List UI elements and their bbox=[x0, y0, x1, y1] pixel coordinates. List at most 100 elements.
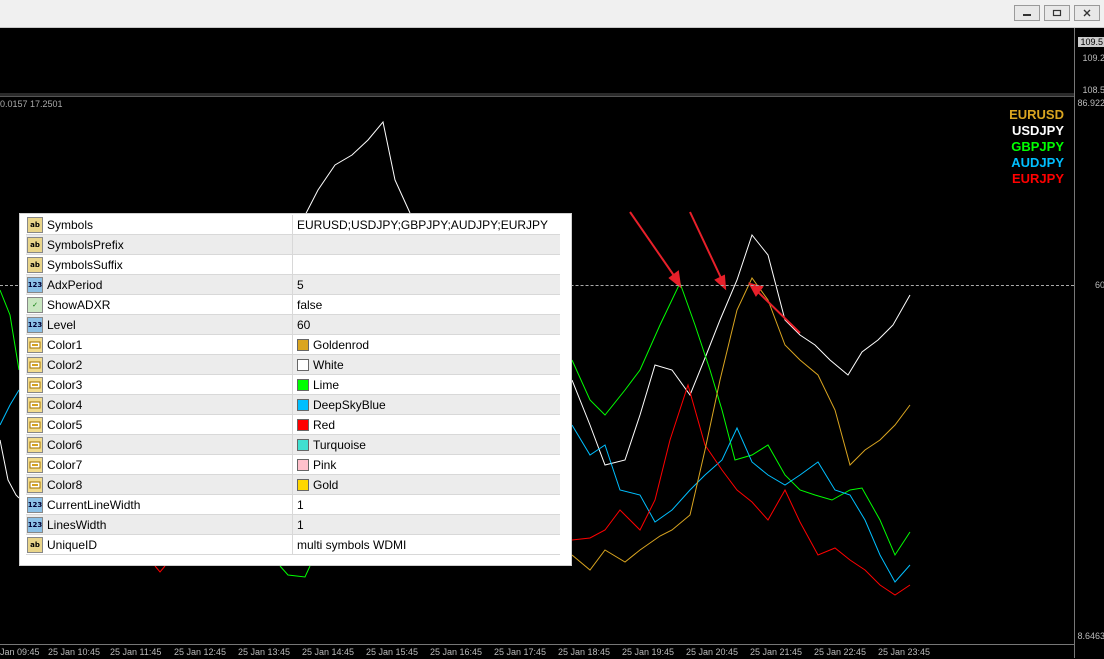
property-value-field[interactable]: EURUSD;USDJPY;GBPJPY;AUDJPY;EURJPY bbox=[293, 215, 560, 234]
time-tick-label: 25 Jan 15:45 bbox=[366, 647, 419, 657]
property-name-cell: ab SymbolsSuffix bbox=[26, 255, 293, 274]
property-value: DeepSkyBlue bbox=[313, 397, 386, 412]
time-axis[interactable]: Jan 09:45 25 Jan 10:45 25 Jan 11:45 25 J… bbox=[0, 644, 1074, 659]
property-value: 1 bbox=[297, 517, 304, 532]
property-name: Level bbox=[47, 317, 76, 332]
property-row-color5[interactable]: Color5 Red bbox=[26, 415, 560, 435]
property-row-symbolssuffix[interactable]: ab SymbolsSuffix bbox=[26, 255, 560, 275]
legend-item-usdjpy: USDJPY bbox=[1011, 123, 1064, 138]
property-row-adxperiod[interactable]: 123 AdxPeriod 5 bbox=[26, 275, 560, 295]
string-type-icon: ab bbox=[27, 256, 43, 273]
property-value: false bbox=[297, 297, 323, 312]
series-line-usdjpy bbox=[299, 120, 411, 226]
close-button[interactable] bbox=[1074, 5, 1100, 21]
property-name-cell: Color1 bbox=[26, 335, 293, 354]
string-type-icon: ab bbox=[27, 536, 43, 553]
property-value-field[interactable]: false bbox=[293, 295, 560, 314]
property-value-field[interactable]: 1 bbox=[293, 515, 560, 534]
property-value: White bbox=[313, 357, 344, 372]
indicator-min-label: 8.6463 bbox=[1077, 631, 1104, 641]
property-name: CurrentLineWidth bbox=[47, 497, 141, 512]
property-row-color4[interactable]: Color4 DeepSkyBlue bbox=[26, 395, 560, 415]
time-tick-label: 25 Jan 17:45 bbox=[494, 647, 547, 657]
property-name: Color1 bbox=[47, 337, 83, 352]
property-value: Pink bbox=[313, 457, 337, 472]
property-row-symbolsprefix[interactable]: ab SymbolsPrefix bbox=[26, 235, 560, 255]
property-value-field[interactable]: 5 bbox=[293, 275, 560, 294]
string-type-icon: ab bbox=[27, 216, 43, 233]
indicator-max-label: 86.922 bbox=[1077, 98, 1104, 108]
property-name: Color8 bbox=[47, 477, 83, 492]
property-name-cell: ✓ ShowADXR bbox=[26, 295, 293, 314]
property-value-field[interactable]: Goldenrod bbox=[293, 335, 560, 354]
property-value-field[interactable] bbox=[293, 255, 560, 274]
time-tick-label: 25 Jan 18:45 bbox=[558, 647, 611, 657]
property-name-cell: Color2 bbox=[26, 355, 293, 374]
property-row-currentlinewidth[interactable]: 123 CurrentLineWidth 1 bbox=[26, 495, 560, 515]
property-value: Gold bbox=[313, 477, 339, 492]
legend-item-audjpy: AUDJPY bbox=[1011, 155, 1064, 170]
color-type-icon bbox=[27, 456, 43, 473]
property-name-cell: 123 AdxPeriod bbox=[26, 275, 293, 294]
property-name: UniqueID bbox=[47, 537, 98, 552]
property-value-field[interactable]: Turquoise bbox=[293, 435, 560, 454]
property-value-field[interactable] bbox=[293, 235, 560, 254]
time-tick-label: 25 Jan 13:45 bbox=[238, 647, 291, 657]
property-value-field[interactable]: multi symbols WDMI bbox=[293, 535, 560, 554]
property-value-field[interactable]: Lime bbox=[293, 375, 560, 394]
color-swatch bbox=[297, 478, 309, 491]
legend-item-eurjpy: EURJPY bbox=[1011, 171, 1064, 186]
property-name-cell: ab Symbols bbox=[26, 215, 293, 234]
property-row-lineswidth[interactable]: 123 LinesWidth 1 bbox=[26, 515, 560, 535]
property-row-color2[interactable]: Color2 White bbox=[26, 355, 560, 375]
property-value-field[interactable]: DeepSkyBlue bbox=[293, 395, 560, 414]
property-value-field[interactable]: Red bbox=[293, 415, 560, 434]
property-value-field[interactable]: 60 bbox=[293, 315, 560, 334]
property-row-color6[interactable]: Color6 Turquoise bbox=[26, 435, 560, 455]
color-swatch bbox=[297, 398, 309, 411]
property-name-cell: 123 Level bbox=[26, 315, 293, 334]
series-line-gbpjpy bbox=[571, 281, 911, 557]
property-name-cell: 123 CurrentLineWidth bbox=[26, 495, 293, 514]
number-type-icon: 123 bbox=[27, 516, 43, 533]
color-type-icon bbox=[27, 476, 43, 493]
close-icon bbox=[1083, 9, 1091, 17]
upper-price-label: 109.5 bbox=[1078, 37, 1104, 47]
time-tick-label: 25 Jan 10:45 bbox=[48, 647, 101, 657]
property-value-field[interactable]: Gold bbox=[293, 475, 560, 494]
time-tick-label: 25 Jan 22:45 bbox=[814, 647, 867, 657]
property-row-level[interactable]: 123 Level 60 bbox=[26, 315, 560, 335]
price-chart-pane[interactable] bbox=[0, 28, 1074, 93]
restore-button[interactable] bbox=[1044, 5, 1070, 21]
input-parameters-panel: ab Symbols EURUSD;USDJPY;GBPJPY;AUDJPY;EUR… bbox=[19, 213, 572, 566]
price-scale[interactable]: 109.5 109.2 108.5 86.922 60 8.6463 bbox=[1074, 28, 1104, 658]
annotation-arrow bbox=[748, 282, 801, 334]
property-value: 60 bbox=[297, 317, 311, 332]
property-value: Red bbox=[313, 417, 336, 432]
property-row-color1[interactable]: Color1 Goldenrod bbox=[26, 335, 560, 355]
property-name: LinesWidth bbox=[47, 517, 107, 532]
property-value: multi symbols WDMI bbox=[297, 537, 407, 552]
property-value-field[interactable]: White bbox=[293, 355, 560, 374]
property-row-showadxr[interactable]: ✓ ShowADXR false bbox=[26, 295, 560, 315]
property-name: Color2 bbox=[47, 357, 83, 372]
property-row-uniqueid[interactable]: ab UniqueID multi symbols WDMI bbox=[26, 535, 560, 555]
property-row-symbols[interactable]: ab Symbols EURUSD;USDJPY;GBPJPY;AUDJPY;EUR… bbox=[26, 215, 560, 235]
property-row-color7[interactable]: Color7 Pink bbox=[26, 455, 560, 475]
number-type-icon: 123 bbox=[27, 316, 43, 333]
time-tick-label: 25 Jan 16:45 bbox=[430, 647, 483, 657]
minimize-button[interactable] bbox=[1014, 5, 1040, 21]
property-value-field[interactable]: 1 bbox=[293, 495, 560, 514]
series-line-eurjpy bbox=[571, 383, 911, 596]
property-row-color3[interactable]: Color3 Lime bbox=[26, 375, 560, 395]
property-name: ShowADXR bbox=[47, 297, 111, 312]
property-name: Color3 bbox=[47, 377, 83, 392]
series-line-audjpy bbox=[571, 424, 911, 583]
property-row-color8[interactable]: Color8 Gold bbox=[26, 475, 560, 495]
property-name: Symbols bbox=[47, 217, 94, 232]
series-line-gbpjpy-left bbox=[0, 289, 20, 371]
color-type-icon bbox=[27, 376, 43, 393]
property-value-field[interactable]: Pink bbox=[293, 455, 560, 474]
boolean-type-icon: ✓ bbox=[27, 296, 43, 313]
window-title-bar bbox=[0, 0, 1104, 28]
